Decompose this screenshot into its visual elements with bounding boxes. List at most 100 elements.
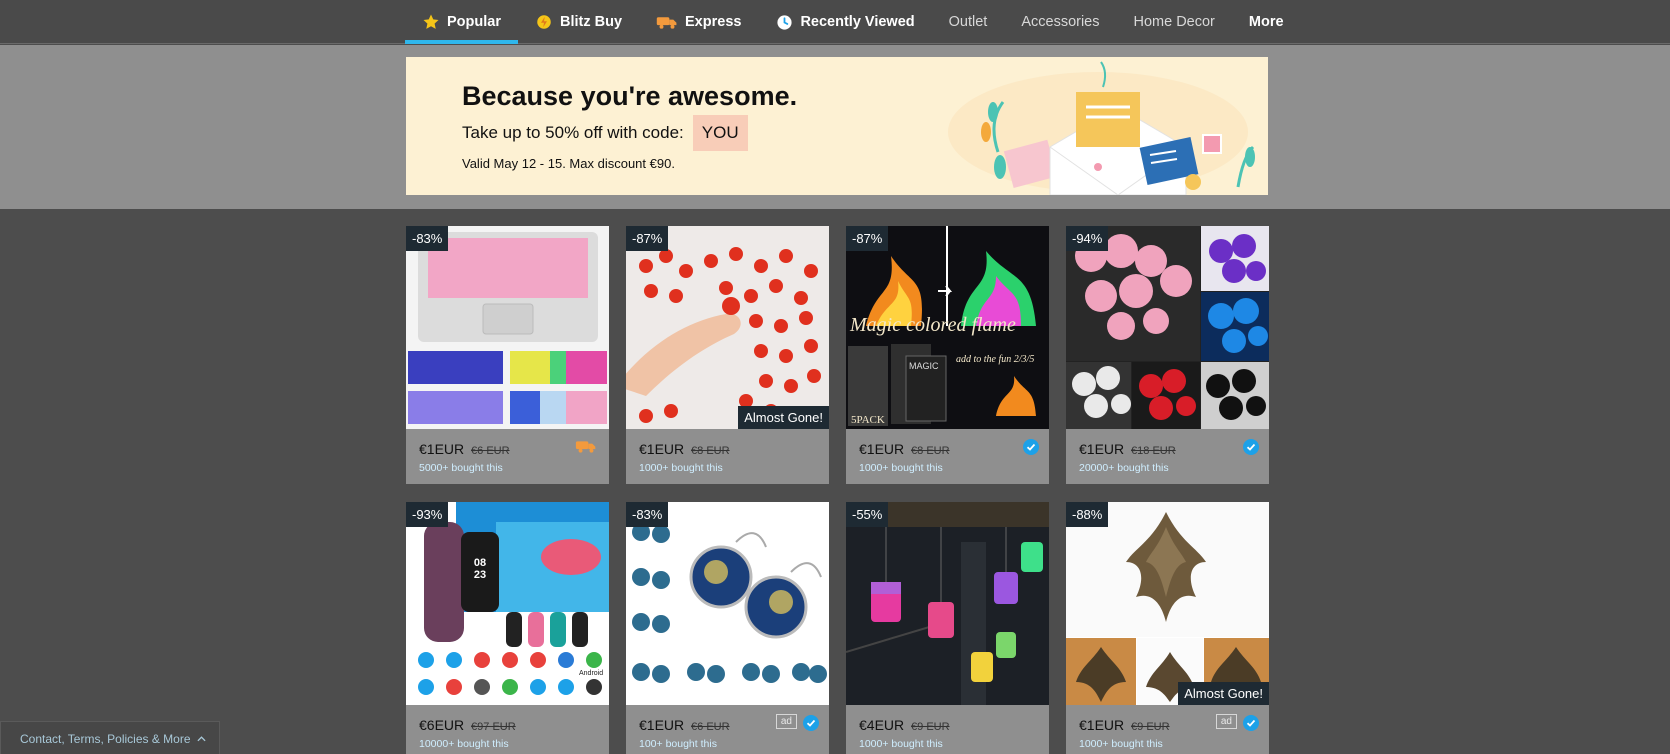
discount-badge: -88%: [1066, 502, 1109, 527]
current-price: €1EUR: [1079, 717, 1125, 733]
nav-item-more[interactable]: More: [1232, 0, 1301, 44]
product-info: €1EUR €6 EUR 100+ bought this ad: [626, 705, 829, 754]
original-price: €9 EUR: [911, 721, 950, 733]
product-card[interactable]: -94% €1EUR €18 EUR 20000+ bought this: [1066, 226, 1269, 484]
image-caption-product: MAGIC: [909, 361, 939, 371]
current-price: €1EUR: [859, 441, 905, 457]
verified-icon: [1243, 439, 1259, 455]
product-price: €1EUR €6 EUR: [419, 441, 510, 457]
nav-item-express[interactable]: Express: [639, 0, 758, 44]
bought-count: 1000+ bought this: [859, 738, 943, 750]
nav-item-accessories[interactable]: Accessories: [1004, 0, 1116, 44]
bought-count: 1000+ bought this: [1079, 738, 1163, 750]
promo-banner[interactable]: Because you're awesome. Take up to 50% o…: [406, 57, 1268, 195]
star-icon: [422, 13, 440, 31]
banner-title: Because you're awesome.: [462, 81, 798, 111]
nav-label: Outlet: [948, 14, 988, 30]
original-price: €8 EUR: [911, 445, 950, 457]
product-info: €1EUR €8 EUR 1000+ bought this: [626, 429, 829, 484]
discount-badge: -83%: [406, 226, 449, 251]
nav-item-recently-viewed[interactable]: Recently Viewed: [758, 0, 931, 44]
product-price: €1EUR €6 EUR: [639, 717, 730, 733]
original-price: €6 EUR: [691, 721, 730, 733]
footer-link[interactable]: Contact, Terms, Policies & More: [0, 721, 220, 754]
product-card[interactable]: -83% €1EUR €6 EUR 5000+ bought this: [406, 226, 609, 484]
express-truck-icon: [656, 13, 678, 31]
original-price: €97 EUR: [471, 721, 516, 733]
current-price: €1EUR: [639, 717, 685, 733]
nav-item-outlet[interactable]: Outlet: [932, 0, 1005, 44]
nav-item-home-decor[interactable]: Home Decor: [1117, 0, 1232, 44]
product-card[interactable]: -55% €4EUR €9 EUR 1000+ bought this: [846, 502, 1049, 754]
nav-item-blitz-buy[interactable]: Blitz Buy: [518, 0, 639, 44]
nav-label: More: [1248, 14, 1284, 30]
nav-menu: Popular Blitz Buy Express Recently Viewe…: [405, 0, 1301, 44]
product-card[interactable]: -83% €1EUR €6 EUR 100+ bought this ad: [626, 502, 829, 754]
top-navigation: Popular Blitz Buy Express Recently Viewe…: [0, 0, 1670, 44]
image-caption-fun: add to the fun 2/3/5: [956, 354, 1035, 365]
product-card[interactable]: 08 23 Android -93% €6EUR €97 EUR 10000+ …: [406, 502, 609, 754]
nav-label: Home Decor: [1133, 14, 1215, 30]
discount-badge: -87%: [846, 226, 889, 251]
product-info: €6EUR €97 EUR 10000+ bought this: [406, 705, 609, 754]
product-price: €1EUR €9 EUR: [1079, 717, 1170, 733]
nav-label: Recently Viewed: [800, 14, 915, 30]
product-info: €1EUR €6 EUR 5000+ bought this: [406, 429, 609, 484]
almost-gone-badge: Almost Gone!: [738, 406, 829, 429]
product-card[interactable]: -88% Almost Gone! €1EUR €9 EUR 1000+ bou…: [1066, 502, 1269, 754]
original-price: €9 EUR: [1131, 721, 1170, 733]
watch-time: 08 23: [473, 557, 487, 581]
nav-label: Blitz Buy: [559, 14, 623, 30]
banner-validity: Valid May 12 - 15. Max discount €90.: [462, 156, 675, 171]
clock-icon: [775, 13, 793, 31]
current-price: €1EUR: [639, 441, 685, 457]
envelope-illustration: [948, 61, 1255, 195]
product-price: €6EUR €97 EUR: [419, 717, 516, 733]
current-price: €1EUR: [1079, 441, 1125, 457]
image-caption-android: Android: [579, 670, 604, 677]
product-price: €1EUR €8 EUR: [859, 441, 950, 457]
verified-icon: [803, 715, 819, 731]
bought-count: 100+ bought this: [639, 738, 717, 750]
current-price: €4EUR: [859, 717, 905, 733]
banner-subtitle: Take up to 50% off with code: YOU: [462, 115, 748, 151]
discount-badge: -55%: [846, 502, 889, 527]
product-image: -83%: [406, 226, 609, 429]
product-image: 08 23 Android -93%: [406, 502, 609, 705]
banner-subtitle-text: Take up to 50% off with code:: [462, 123, 684, 142]
discount-badge: -93%: [406, 502, 449, 527]
product-image: -55%: [846, 502, 1049, 705]
nav-item-popular[interactable]: Popular: [405, 0, 518, 44]
discount-badge: -94%: [1066, 226, 1109, 251]
current-price: €1EUR: [419, 441, 465, 457]
ad-badge: ad: [1215, 714, 1237, 729]
ad-badge: ad: [775, 714, 797, 729]
bought-count: 1000+ bought this: [859, 462, 943, 474]
product-image: -83%: [626, 502, 829, 705]
product-image: -88% Almost Gone!: [1066, 502, 1269, 705]
image-caption-pack: 5PACK: [851, 414, 885, 426]
product-image: -94%: [1066, 226, 1269, 429]
bought-count: 1000+ bought this: [639, 462, 723, 474]
nav-label: Accessories: [1021, 14, 1100, 30]
promo-code: YOU: [692, 115, 748, 151]
verified-icon: [1023, 439, 1039, 455]
product-image: Magic colored flame add to the fun 2/3/5…: [846, 226, 1049, 429]
product-price: €1EUR €8 EUR: [639, 441, 730, 457]
express-truck-icon: [575, 439, 597, 458]
almost-gone-badge: Almost Gone!: [1178, 682, 1269, 705]
discount-badge: -83%: [626, 502, 669, 527]
verified-icon: [1243, 715, 1259, 731]
original-price: €8 EUR: [691, 445, 730, 457]
image-caption-flame: Magic colored flame: [850, 314, 1016, 336]
blitz-coin-icon: [535, 13, 553, 31]
nav-label: Express: [685, 14, 742, 30]
current-price: €6EUR: [419, 717, 465, 733]
nav-label: Popular: [447, 14, 501, 30]
product-card[interactable]: Magic colored flame add to the fun 2/3/5…: [846, 226, 1049, 484]
product-card[interactable]: -87% Almost Gone! €1EUR €8 EUR 1000+ bou…: [626, 226, 829, 484]
product-info: €1EUR €8 EUR 1000+ bought this: [846, 429, 1049, 484]
product-info: €1EUR €18 EUR 20000+ bought this: [1066, 429, 1269, 484]
product-image: -87% Almost Gone!: [626, 226, 829, 429]
product-info: €1EUR €9 EUR 1000+ bought this ad: [1066, 705, 1269, 754]
